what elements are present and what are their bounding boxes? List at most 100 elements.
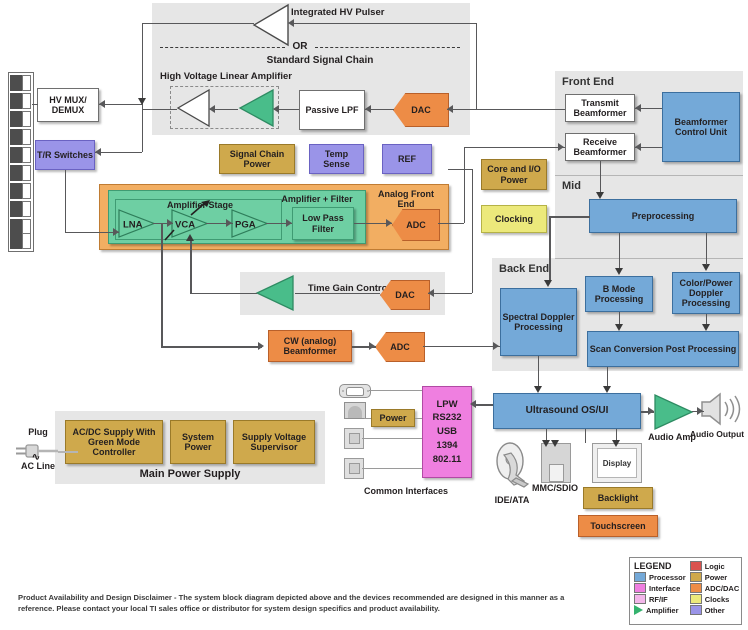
legend-label-other: Other — [704, 605, 725, 615]
wire-jack1-to-lpw — [362, 438, 422, 439]
block-backlight[interactable]: Backlight — [583, 487, 653, 509]
arrow-right-to-dac — [447, 105, 453, 113]
svg-text:PGA: PGA — [235, 220, 256, 231]
legend-item-processor: Processor — [634, 572, 686, 582]
audio-amp-icon[interactable] — [654, 393, 694, 431]
svg-text:VCA: VCA — [175, 220, 195, 231]
arrow-bus-junction — [138, 98, 146, 105]
legend-swatch-clocks — [689, 594, 702, 604]
block-cw-beamformer-label: CW (analog) Beamformer — [283, 335, 337, 356]
block-color-power-doppler[interactable]: Color/Power Doppler Processing — [672, 272, 740, 314]
wire-spectral-to-os — [538, 356, 539, 387]
ac-sine-symbol: ∿ — [31, 452, 41, 463]
arrow-greenamp-to-whiteamp — [209, 105, 215, 113]
block-beamformer-control-unit[interactable]: Beamformer Control Unit — [662, 92, 740, 162]
block-spectral-doppler[interactable]: Spectral Doppler Processing — [500, 288, 577, 356]
or-divider — [160, 47, 285, 48]
wire-txbf-to-right — [476, 109, 565, 110]
panel-title-mid: Mid — [562, 180, 581, 192]
block-power-interface[interactable]: Power — [371, 409, 415, 427]
wire-adc-to-right — [438, 223, 464, 224]
arrow-lpf-to-adc — [386, 219, 392, 227]
wire-tgc-dac-feed-v — [472, 169, 473, 293]
block-adc-cw[interactable]: ADC — [375, 332, 425, 362]
arrow-spectral-to-os — [534, 386, 542, 393]
block-preprocessing[interactable]: Preprocessing — [589, 199, 737, 233]
legend-swatch-rfif — [634, 594, 646, 604]
lna-amplifier-icon[interactable]: LNA — [118, 209, 156, 238]
or-divider-right — [315, 47, 460, 48]
label-time-gain-control: Time Gain Control — [306, 280, 392, 297]
legend-label-logic: Logic — [704, 561, 725, 571]
arrow-dac-to-lpf — [365, 105, 371, 113]
network-jack-icon-1 — [344, 428, 364, 449]
block-supply-voltage-supervisor[interactable]: Supply Voltage Supervisor — [233, 420, 315, 464]
block-ref[interactable]: REF — [382, 144, 432, 174]
block-acdc-supply[interactable]: AC/DC Supply With Green Mode Controller — [65, 420, 163, 464]
legend-title: LEGEND — [634, 561, 672, 571]
legend-swatch-processor — [634, 572, 646, 582]
wire-plug-to-supply — [58, 451, 78, 453]
transducer-array — [8, 72, 34, 252]
arrow-bfcu-to-rxbf — [635, 143, 641, 151]
wire-tgc-dac-in — [428, 293, 472, 294]
block-scan-conversion[interactable]: Scan Conversion Post Processing — [587, 331, 739, 367]
divider-front-mid — [555, 175, 743, 176]
legend-label-amplifier: Amplifier — [646, 605, 679, 615]
block-b-mode-processing-label: B Mode Processing — [594, 283, 644, 304]
legend-label-interface: Interface — [649, 583, 681, 593]
legend-label-adcdac: ADC/DAC — [704, 583, 740, 593]
block-touchscreen[interactable]: Touchscreen — [578, 515, 658, 537]
block-hv-mux-demux[interactable]: HV MUX/ DEMUX — [37, 88, 99, 122]
legend-item-clocks: Clocks — [689, 594, 740, 604]
block-ultrasound-os-ui[interactable]: Ultrasound OS/UI — [493, 393, 641, 429]
block-temp-sense[interactable]: Temp Sense — [309, 144, 364, 174]
block-scan-conversion-label: Scan Conversion Post Processing — [589, 343, 737, 354]
block-system-power-label: System Power — [181, 431, 215, 452]
arrow-bfcu-to-txbf — [635, 104, 641, 112]
block-tr-switches-label: T/R Switches — [37, 149, 94, 160]
block-cw-beamformer[interactable]: CW (analog) Beamformer — [268, 330, 352, 362]
block-receive-beamformer[interactable]: Receive Beamformer — [565, 133, 635, 161]
speaker-icon — [700, 392, 744, 431]
arrow-bmode-to-scan — [615, 324, 623, 331]
block-low-pass-filter[interactable]: Low Pass Filter — [292, 207, 354, 240]
arrow-bus-to-tr — [95, 148, 101, 156]
block-transmit-beamformer[interactable]: Transmit Beamformer — [565, 94, 635, 122]
svg-text:LNA: LNA — [123, 220, 143, 231]
block-core-io-power[interactable]: Core and I/O Power — [481, 159, 547, 190]
wire-tr-down — [65, 170, 66, 232]
legend-item-interface: Interface — [634, 583, 686, 593]
network-jack-icon-2 — [344, 458, 364, 479]
arrow-lpf-to-greenamp — [273, 105, 279, 113]
panel-title-back-end: Back End — [499, 263, 550, 275]
block-lpw-interfaces[interactable]: LPW RS232 USB 1394 802.11 — [422, 386, 472, 478]
block-passive-lpf[interactable]: Passive LPF — [299, 90, 365, 130]
wire-whiteamp-to-bus — [142, 109, 177, 110]
block-transmit-beamformer-label: Transmit Beamformer — [573, 97, 627, 118]
hv-linear-amp-stage2-icon — [238, 88, 274, 128]
arrow-lna-to-cw — [258, 342, 264, 350]
legend-swatch-logic — [689, 561, 702, 571]
block-system-power[interactable]: System Power — [170, 420, 226, 464]
wire-os-to-mmc — [585, 429, 586, 443]
display-icon[interactable]: Display — [592, 443, 642, 483]
block-signal-chain-power[interactable]: Signal Chain Power — [219, 144, 295, 174]
wire-tgc-to-vca-v — [190, 240, 192, 293]
pga-amplifier-icon[interactable]: PGA — [231, 209, 269, 238]
wire-tr-to-lna — [65, 232, 119, 233]
tgc-amplifier-icon — [255, 274, 295, 312]
block-preprocessing-label: Preprocessing — [631, 210, 695, 221]
block-receive-beamformer-label: Receive Beamformer — [573, 136, 627, 157]
block-dac-tgc-label: DAC — [395, 290, 415, 300]
block-clocking[interactable]: Clocking — [481, 205, 547, 233]
block-lpw-interfaces-label: LPW RS232 USB 1394 802.11 — [432, 398, 462, 465]
arrow-rxbf-to-preproc — [596, 192, 604, 199]
block-signal-chain-power-label: Signal Chain Power — [229, 148, 285, 169]
arrow-lna-to-vca — [167, 219, 173, 227]
block-b-mode-processing[interactable]: B Mode Processing — [585, 276, 653, 312]
wire-os-to-lpw — [475, 404, 493, 406]
block-color-power-doppler-label: Color/Power Doppler Processing — [679, 277, 733, 309]
block-ultrasound-os-ui-label: Ultrasound OS/UI — [525, 405, 609, 417]
block-tr-switches[interactable]: T/R Switches — [35, 140, 95, 170]
